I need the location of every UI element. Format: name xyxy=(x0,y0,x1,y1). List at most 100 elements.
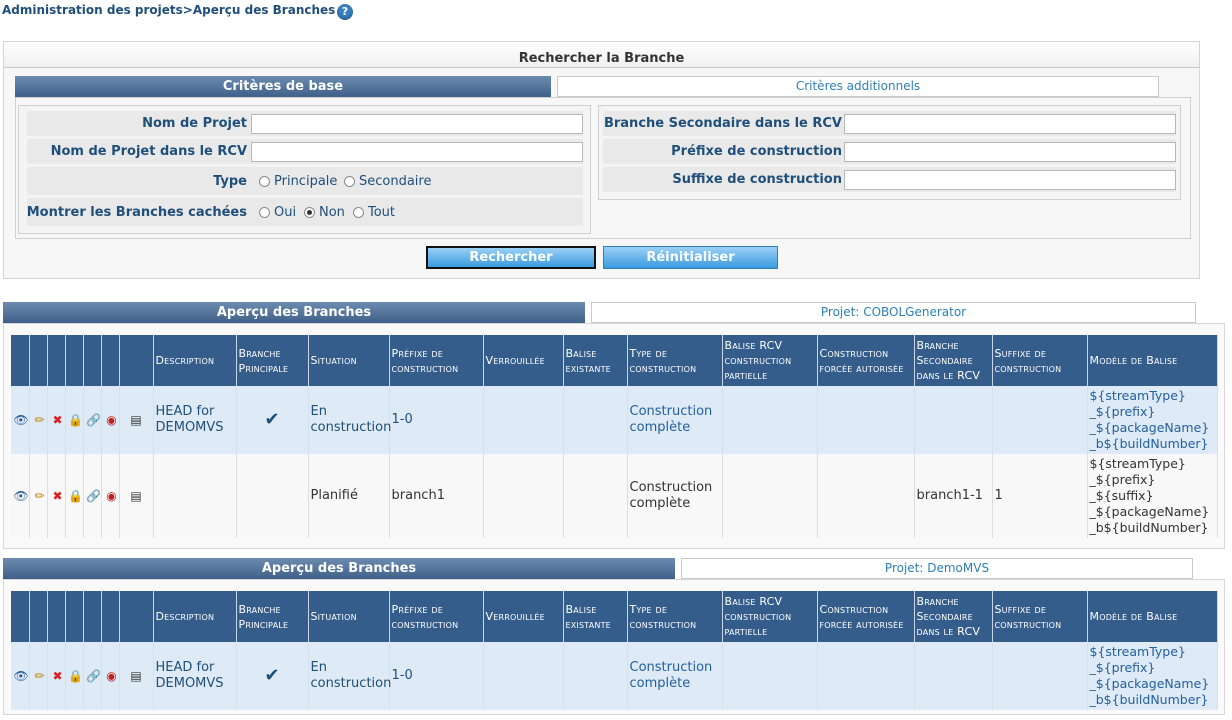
lock-icon[interactable]: 🔒 xyxy=(68,668,84,684)
edit-action[interactable]: ✏ xyxy=(29,642,48,710)
header-locked[interactable]: Verrouillée xyxy=(483,335,564,386)
search-button[interactable]: Rechercher xyxy=(426,246,596,269)
header-build-type[interactable]: Type de construction xyxy=(627,335,723,386)
link-action[interactable]: 🔗 xyxy=(83,386,102,454)
view-action[interactable]: 👁 xyxy=(11,386,30,454)
view-icon[interactable]: 👁 xyxy=(13,412,29,428)
hide-icon[interactable]: ◉ xyxy=(104,668,120,684)
link-action[interactable]: 🔗 xyxy=(83,454,102,538)
radio-hidden-tout[interactable]: Tout xyxy=(353,198,395,226)
reset-button[interactable]: Réinitialiser xyxy=(603,246,778,269)
header-forced-build[interactable]: Construction forcée autorisée xyxy=(817,591,915,642)
lock-icon[interactable]: 🔒 xyxy=(68,488,84,504)
header-existing-tag[interactable]: Balise existante xyxy=(563,335,628,386)
details-icon[interactable]: ▤ xyxy=(128,668,144,684)
radio-circle[interactable] xyxy=(259,175,270,187)
header-main-branch[interactable]: Branche Principale xyxy=(236,335,309,386)
header-secondary-branch[interactable]: Branche Secondaire dans le RCV xyxy=(914,591,993,642)
edit-icon[interactable]: ✏ xyxy=(32,412,48,428)
link-icon[interactable]: 🔗 xyxy=(86,488,102,504)
header-tag-model[interactable]: Modèle de Balise xyxy=(1087,335,1218,386)
header-locked[interactable]: Verrouillée xyxy=(483,591,564,642)
project-name-input[interactable] xyxy=(251,114,583,134)
radio-circle[interactable] xyxy=(344,175,355,187)
lock-action[interactable]: 🔒 xyxy=(65,454,84,538)
details-action[interactable]: ▤ xyxy=(119,454,154,538)
details-icon[interactable]: ▤ xyxy=(128,488,144,504)
view-icon[interactable]: 👁 xyxy=(13,488,29,504)
edit-action[interactable]: ✏ xyxy=(29,454,48,538)
radio-circle[interactable] xyxy=(259,206,270,218)
view-action[interactable]: 👁 xyxy=(11,454,30,538)
cell-build-suffix: 1 xyxy=(992,454,1088,538)
cell-secondary-branch xyxy=(914,642,993,710)
details-icon[interactable]: ▤ xyxy=(128,412,144,428)
cell-forced-build xyxy=(817,642,915,710)
header-build-prefix[interactable]: Préfixe de construction xyxy=(389,591,484,642)
tab-branches-overview-1[interactable]: Aperçu des Branches xyxy=(3,302,585,323)
edit-action[interactable]: ✏ xyxy=(29,386,48,454)
view-icon[interactable]: 👁 xyxy=(13,668,29,684)
header-description[interactable]: Description xyxy=(153,591,237,642)
details-action[interactable]: ▤ xyxy=(119,386,154,454)
cell-secondary-branch xyxy=(914,386,993,454)
header-situation[interactable]: Situation xyxy=(308,335,390,386)
header-build-suffix[interactable]: Suffixe de construction xyxy=(992,335,1088,386)
edit-icon[interactable]: ✏ xyxy=(32,668,48,684)
header-partial-tag[interactable]: Balise RCV construction partielle xyxy=(722,591,818,642)
help-icon[interactable]: ? xyxy=(337,4,353,20)
hide-action[interactable]: ◉ xyxy=(101,454,120,538)
tab-project-cobolgenerator[interactable]: Projet: COBOLGenerator xyxy=(591,302,1196,323)
delete-icon[interactable]: ✖ xyxy=(50,488,66,504)
edit-icon[interactable]: ✏ xyxy=(32,488,48,504)
radio-circle[interactable] xyxy=(304,206,315,218)
lock-icon[interactable]: 🔒 xyxy=(68,412,84,428)
header-build-prefix[interactable]: Préfixe de construction xyxy=(389,335,484,386)
lock-action[interactable]: 🔒 xyxy=(65,642,84,710)
radio-hidden-oui[interactable]: Oui xyxy=(259,198,296,226)
secondary-branch-rcv-input[interactable] xyxy=(844,114,1176,134)
details-action[interactable]: ▤ xyxy=(119,642,154,710)
hide-action[interactable]: ◉ xyxy=(101,642,120,710)
delete-action[interactable]: ✖ xyxy=(47,386,66,454)
delete-action[interactable]: ✖ xyxy=(47,642,66,710)
cell-build-prefix: branch1 xyxy=(389,454,484,538)
radio-type-secondaire[interactable]: Secondaire xyxy=(344,167,431,195)
header-situation[interactable]: Situation xyxy=(308,591,390,642)
tag-model-line: _${prefix} xyxy=(1089,660,1156,675)
cell-build-type: Construction complète xyxy=(627,642,723,710)
header-action-col xyxy=(83,335,102,386)
hide-action[interactable]: ◉ xyxy=(101,386,120,454)
view-action[interactable]: 👁 xyxy=(11,642,30,710)
project-name-rcv-input[interactable] xyxy=(251,142,583,162)
header-existing-tag[interactable]: Balise existante xyxy=(563,591,628,642)
delete-icon[interactable]: ✖ xyxy=(50,412,66,428)
hide-icon[interactable]: ◉ xyxy=(104,412,120,428)
link-icon[interactable]: 🔗 xyxy=(86,668,102,684)
build-prefix-input[interactable] xyxy=(844,142,1176,162)
header-description[interactable]: Description xyxy=(153,335,237,386)
header-secondary-branch[interactable]: Branche Secondaire dans le RCV xyxy=(914,335,993,386)
tab-project-demomvs[interactable]: Projet: DemoMVS xyxy=(681,558,1193,579)
build-suffix-input[interactable] xyxy=(844,170,1176,190)
radio-hidden-non[interactable]: Non xyxy=(304,198,345,226)
header-forced-build[interactable]: Construction forcée autorisée xyxy=(817,335,915,386)
header-main-branch[interactable]: Branche Principale xyxy=(236,591,309,642)
radio-circle[interactable] xyxy=(353,206,364,218)
tab-additional-criteria[interactable]: Critères additionnels xyxy=(557,76,1159,97)
tab-branches-overview-2[interactable]: Aperçu des Branches xyxy=(3,558,675,579)
header-build-type[interactable]: Type de construction xyxy=(627,591,723,642)
radio-type-principale[interactable]: Principale xyxy=(259,167,337,195)
header-partial-tag[interactable]: Balise RCV construction partielle xyxy=(722,335,818,386)
link-icon[interactable]: 🔗 xyxy=(86,412,102,428)
header-build-suffix[interactable]: Suffixe de construction xyxy=(992,591,1088,642)
link-action[interactable]: 🔗 xyxy=(83,642,102,710)
tab-basic-criteria[interactable]: Critères de base xyxy=(15,76,551,97)
header-action-col xyxy=(101,335,120,386)
table-row: 👁 ✏ ✖ 🔒 🔗 ◉ ▤ HEAD for DEMOMVS ✔ En cons… xyxy=(11,386,1218,454)
hide-icon[interactable]: ◉ xyxy=(104,488,120,504)
delete-action[interactable]: ✖ xyxy=(47,454,66,538)
header-tag-model[interactable]: Modèle de Balise xyxy=(1087,591,1218,642)
delete-icon[interactable]: ✖ xyxy=(50,668,66,684)
lock-action[interactable]: 🔒 xyxy=(65,386,84,454)
